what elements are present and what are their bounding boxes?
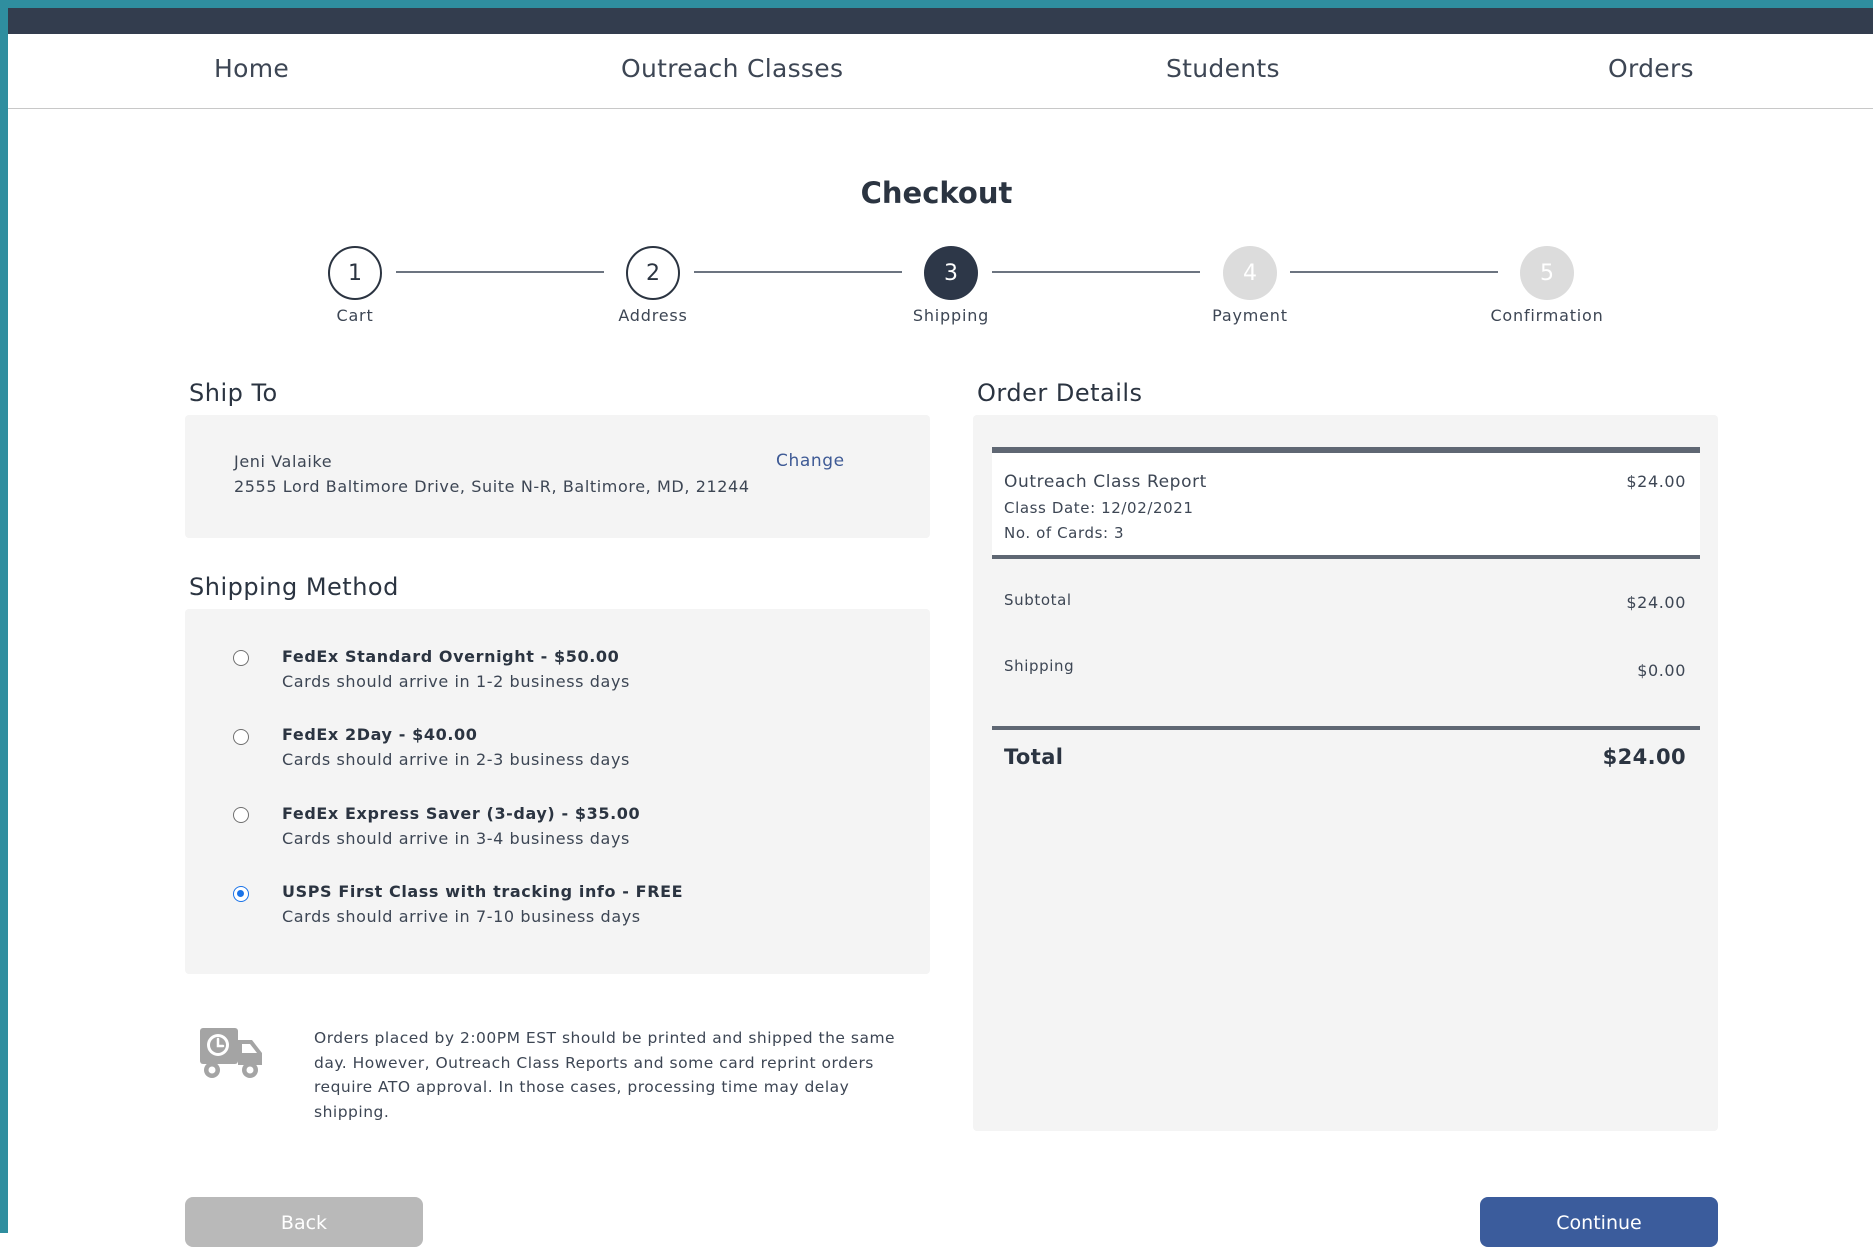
page-title: Checkout <box>860 176 1013 210</box>
step-label-shipping: Shipping <box>912 306 990 325</box>
step-number: 3 <box>944 260 958 286</box>
step-cart: 1 <box>328 246 382 300</box>
subtotal-label: Subtotal <box>1004 591 1072 609</box>
continue-button[interactable]: Continue <box>1480 1197 1718 1247</box>
ship-to-address: 2555 Lord Baltimore Drive, Suite N-R, Ba… <box>234 477 750 496</box>
main-nav: Home Outreach Classes Students Orders <box>8 34 1873 109</box>
shipping-option-radio[interactable] <box>233 650 249 666</box>
step-number: 2 <box>646 260 660 286</box>
window-top-edge <box>0 0 1873 8</box>
step-number: 4 <box>1243 260 1257 286</box>
step-number: 5 <box>1540 260 1554 286</box>
step-connector <box>992 271 1200 273</box>
step-address: 2 <box>626 246 680 300</box>
step-connector <box>396 271 604 273</box>
shipping-option-subtitle: Cards should arrive in 3-4 business days <box>282 829 630 848</box>
order-item-name: Outreach Class Report <box>1004 472 1207 492</box>
shipping-option-title[interactable]: FedEx Express Saver (3-day) - $35.00 <box>282 804 640 823</box>
shipping-option-radio[interactable] <box>233 807 249 823</box>
shipping-option-title[interactable]: USPS First Class with tracking info - FR… <box>282 882 683 901</box>
nav-students[interactable]: Students <box>1166 54 1280 83</box>
order-item-bottom-rule <box>992 555 1700 559</box>
nav-home[interactable]: Home <box>214 54 289 83</box>
step-shipping: 3 <box>924 246 978 300</box>
order-item-top-rule <box>992 447 1700 453</box>
step-label-address: Address <box>618 306 688 325</box>
change-address-link[interactable]: Change <box>776 451 845 471</box>
step-connector <box>1290 271 1498 273</box>
step-confirmation: 5 <box>1520 246 1574 300</box>
shipping-label: Shipping <box>1004 657 1075 675</box>
shipping-option-title[interactable]: FedEx Standard Overnight - $50.00 <box>282 647 619 666</box>
step-label-payment: Payment <box>1212 306 1288 325</box>
subtotal-value: $24.00 <box>1626 593 1686 612</box>
shipping-option-radio-selected[interactable] <box>233 886 249 902</box>
shipping-option-subtitle: Cards should arrive in 2-3 business days <box>282 750 630 769</box>
shipping-method-heading: Shipping Method <box>189 573 399 601</box>
shipping-value: $0.00 <box>1637 661 1686 680</box>
step-number: 1 <box>348 260 362 286</box>
step-payment: 4 <box>1223 246 1277 300</box>
shipping-option-title[interactable]: FedEx 2Day - $40.00 <box>282 725 477 744</box>
shipping-note: Orders placed by 2:00PM EST should be pr… <box>314 1029 896 1121</box>
total-value: $24.00 <box>1602 745 1686 769</box>
delivery-truck-clock-icon <box>198 1025 264 1085</box>
step-connector <box>694 271 902 273</box>
order-item-price: $24.00 <box>1626 472 1686 491</box>
order-item-card-count: No. of Cards: 3 <box>1004 524 1125 542</box>
back-button[interactable]: Back <box>185 1197 423 1247</box>
total-rule <box>992 726 1700 730</box>
shipping-option-subtitle: Cards should arrive in 1-2 business days <box>282 672 630 691</box>
nav-orders[interactable]: Orders <box>1608 54 1694 83</box>
step-label-confirmation: Confirmation <box>1490 306 1604 325</box>
nav-outreach-classes[interactable]: Outreach Classes <box>621 54 843 83</box>
order-item-class-date: Class Date: 12/02/2021 <box>1004 499 1194 517</box>
shipping-option-subtitle: Cards should arrive in 7-10 business day… <box>282 907 641 926</box>
step-label-cart: Cart <box>336 306 374 325</box>
shipping-option-radio[interactable] <box>233 729 249 745</box>
ship-to-heading: Ship To <box>189 379 278 407</box>
ship-to-name: Jeni Valaike <box>234 452 333 471</box>
total-label: Total <box>1004 745 1064 769</box>
order-details-heading: Order Details <box>977 379 1143 407</box>
top-bar <box>8 8 1873 34</box>
